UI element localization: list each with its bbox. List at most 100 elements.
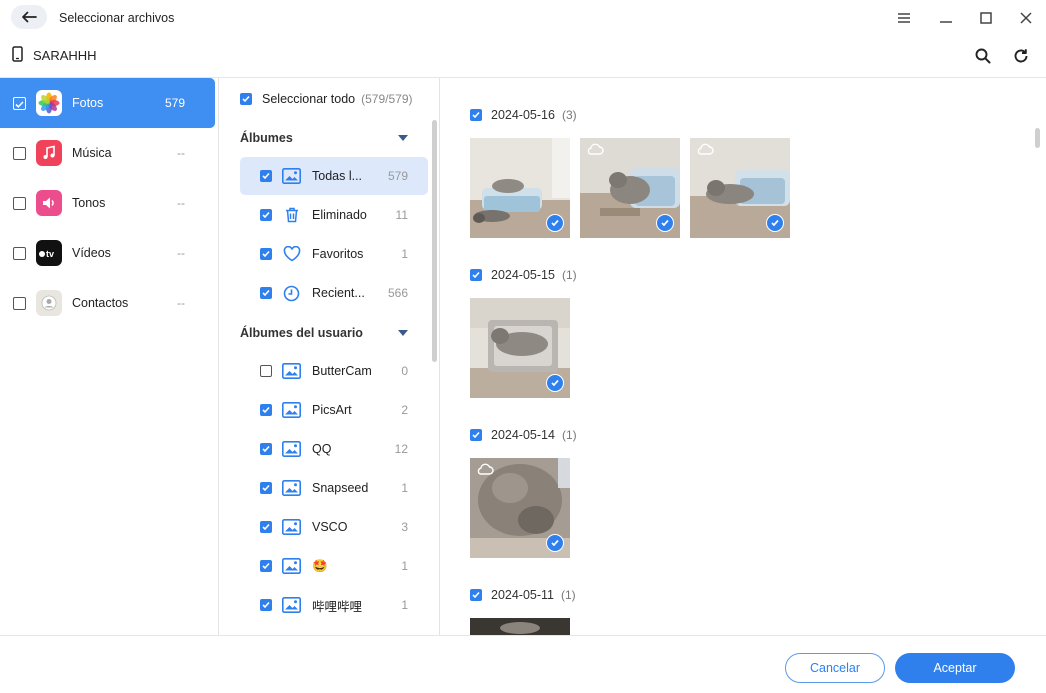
album-checkbox[interactable] — [260, 521, 272, 533]
album-name: 🤩 — [312, 558, 328, 573]
date-group-header[interactable]: 2024-05-11 (1) — [470, 588, 576, 602]
menu-button[interactable] — [893, 7, 915, 29]
album-row-snapseed[interactable]: Snapseed 1 — [240, 469, 428, 507]
back-button[interactable] — [11, 5, 47, 29]
category-checkbox[interactable] — [13, 296, 26, 310]
album-row-qq[interactable]: QQ 12 — [240, 430, 428, 468]
photo-thumbnail[interactable] — [470, 458, 570, 558]
date-count: (3) — [561, 108, 577, 122]
category-checkbox[interactable] — [13, 96, 26, 110]
selected-check-icon[interactable] — [766, 214, 784, 232]
selected-check-icon[interactable] — [546, 374, 564, 392]
date-count: (1) — [561, 268, 577, 282]
photo-thumbnail[interactable] — [470, 298, 570, 398]
album-row-buttercam[interactable]: ButterCam 0 — [240, 352, 428, 390]
category-item-ringtones[interactable]: Tonos -- — [0, 178, 215, 228]
category-checkbox[interactable] — [13, 146, 26, 160]
date-label: 2024-05-16 — [491, 108, 555, 122]
album-row-picsart[interactable]: PicsArt 2 — [240, 391, 428, 429]
photo-thumbnail[interactable] — [470, 618, 570, 635]
album-count: 11 — [395, 208, 408, 222]
cancel-button[interactable]: Cancelar — [785, 653, 885, 683]
select-all[interactable]: Seleccionar todo (579/579) — [240, 92, 413, 106]
selected-check-icon[interactable] — [546, 534, 564, 552]
date-count: (1) — [561, 428, 577, 442]
album-checkbox[interactable] — [260, 443, 272, 455]
album-row-emoji[interactable]: 🤩 1 — [240, 547, 428, 585]
album-checkbox[interactable] — [260, 209, 272, 221]
album-checkbox[interactable] — [260, 560, 272, 572]
photo-thumbnail[interactable] — [470, 138, 570, 238]
date-group-checkbox[interactable] — [470, 109, 482, 121]
category-count: 579 — [164, 96, 185, 110]
check-icon — [262, 172, 270, 180]
album-row-recent[interactable]: Recient... 566 — [240, 274, 428, 312]
albums-heading: Álbumes — [240, 131, 293, 145]
date-label: 2024-05-14 — [491, 428, 555, 442]
album-name: Todas l... — [312, 169, 363, 183]
album-checkbox[interactable] — [260, 482, 272, 494]
date-group-checkbox[interactable] — [470, 429, 482, 441]
check-icon — [472, 591, 480, 599]
collapse-user-albums-arrow-icon[interactable] — [398, 330, 408, 336]
photo-panel: 2024-05-16 (3) 2024-05-15 (1) 2024-05-14… — [441, 78, 1046, 635]
check-icon — [15, 100, 24, 108]
minimize-button[interactable] — [935, 7, 957, 29]
maximize-button[interactable] — [975, 7, 997, 29]
album-count: 0 — [401, 364, 408, 378]
album-count: 2 — [401, 403, 408, 417]
photo-thumbnail[interactable] — [690, 138, 790, 238]
selected-check-icon[interactable] — [546, 214, 564, 232]
album-count: 3 — [401, 520, 408, 534]
check-icon — [262, 484, 270, 492]
date-group-header[interactable]: 2024-05-14 (1) — [470, 428, 577, 442]
category-item-videos[interactable]: tv Vídeos -- — [0, 228, 215, 278]
album-row-all[interactable]: Todas l... 579 — [240, 157, 428, 195]
album-scrollbar[interactable] — [432, 120, 437, 362]
album-row-favorites[interactable]: Favoritos 1 — [240, 235, 428, 273]
category-label: Tonos — [72, 196, 106, 210]
album-checkbox[interactable] — [260, 365, 272, 377]
category-checkbox[interactable] — [13, 196, 26, 210]
refresh-button[interactable] — [1010, 45, 1032, 67]
close-button[interactable] — [1015, 7, 1037, 29]
contacts-icon — [36, 290, 62, 316]
select-all-checkbox[interactable] — [240, 93, 252, 105]
accept-button[interactable]: Aceptar — [895, 653, 1015, 683]
album-name: Favoritos — [312, 247, 364, 261]
title-bar: Seleccionar archivos — [0, 0, 1046, 36]
selected-check-icon[interactable] — [656, 214, 674, 232]
album-row-vsco[interactable]: VSCO 3 — [240, 508, 428, 546]
album-count: 1 — [401, 559, 408, 573]
check-icon — [262, 211, 270, 219]
category-item-contacts[interactable]: Contactos -- — [0, 278, 215, 328]
date-group-header[interactable]: 2024-05-16 (3) — [470, 108, 577, 122]
album-checkbox[interactable] — [260, 287, 272, 299]
album-checkbox[interactable] — [260, 599, 272, 611]
album-row-deleted[interactable]: Eliminado 11 — [240, 196, 428, 234]
category-count: -- — [177, 146, 185, 160]
date-group-checkbox[interactable] — [470, 589, 482, 601]
album-checkbox[interactable] — [260, 248, 272, 260]
collapse-albums-arrow-icon[interactable] — [398, 135, 408, 141]
arrow-left-icon — [22, 11, 37, 23]
check-icon — [262, 523, 270, 531]
search-button[interactable] — [972, 45, 994, 67]
image-icon — [282, 167, 301, 185]
date-group-header[interactable]: 2024-05-15 (1) — [470, 268, 577, 282]
photo-thumbnail[interactable] — [580, 138, 680, 238]
category-checkbox[interactable] — [13, 246, 26, 260]
category-label: Vídeos — [72, 246, 111, 260]
album-checkbox[interactable] — [260, 404, 272, 416]
category-item-music[interactable]: Música -- — [0, 128, 215, 178]
category-panel: Fotos 579 Música -- Tonos -- tv Vídeos -… — [0, 78, 219, 635]
photo-scrollbar[interactable] — [1035, 128, 1040, 148]
album-checkbox[interactable] — [260, 170, 272, 182]
album-row-bilibili[interactable]: 哔哩哔哩 1 — [240, 586, 428, 624]
date-group-checkbox[interactable] — [470, 269, 482, 281]
category-item-photos[interactable]: Fotos 579 — [0, 78, 215, 128]
album-count: 566 — [387, 286, 408, 300]
select-all-label: Seleccionar todo — [262, 92, 356, 106]
cloud-icon — [477, 463, 494, 475]
category-label: Contactos — [72, 296, 129, 310]
